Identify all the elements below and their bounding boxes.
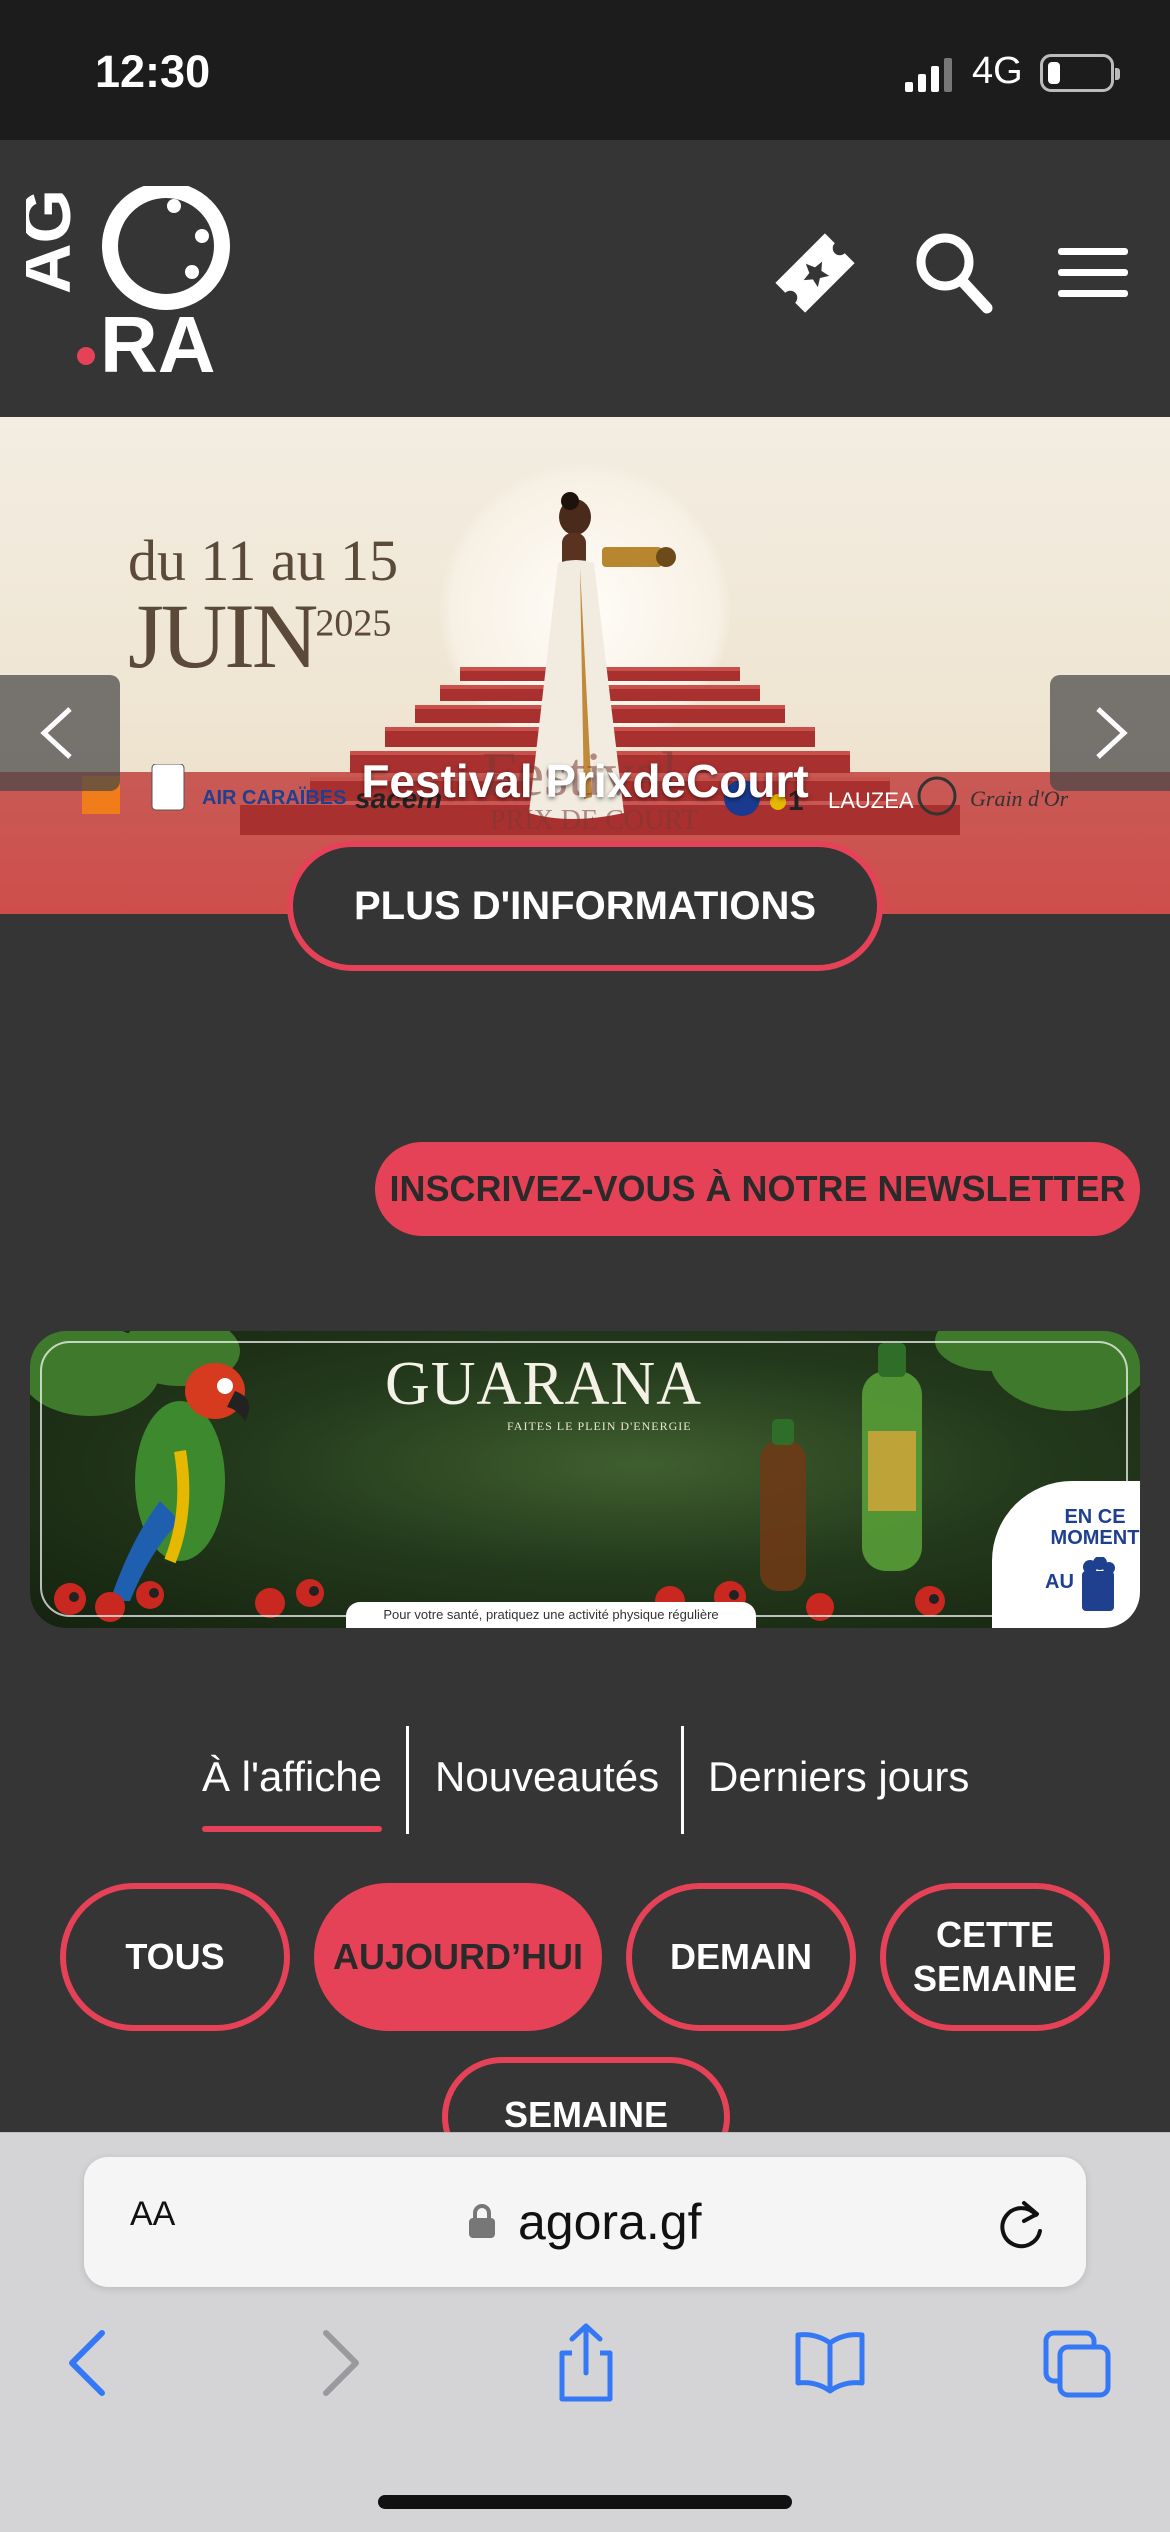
ticket-icon[interactable] [772,230,858,316]
network-label: 4G [972,50,1023,92]
url-text: agora.gf [518,2194,702,2250]
svg-text:RA: RA [100,300,216,376]
reader-text-size-button[interactable]: AA [130,2195,175,2234]
hero-date-range: du 11 au 15 [128,528,399,593]
ad-banner[interactable]: GUARANA FAITES LE PLEIN D'ENERGIE Pour v… [30,1331,1140,1628]
carousel-next-button[interactable] [1050,675,1170,791]
hero-date: du 11 au 15 JUIN2025 [128,528,399,683]
ad-health-notice: Pour votre santé, pratiquez une activité… [346,1602,756,1628]
lock-icon [469,2204,495,2238]
back-icon[interactable] [52,2323,128,2403]
share-icon[interactable] [548,2323,624,2403]
barpop-logo [1082,1557,1115,1611]
forward-icon[interactable] [300,2323,376,2403]
status-bar: 12:30 4G [0,0,1170,140]
more-info-button[interactable]: PLUS D'INFORMATIONS [287,841,883,971]
home-indicator [378,2495,792,2509]
tab-separator [406,1726,409,1834]
chevron-left-icon [40,707,72,759]
tab-separator [681,1726,684,1834]
signal-icon [905,58,952,92]
ad-tagline: FAITES LE PLEIN D'ENERGIE [507,1419,692,1433]
ad-badge-text: EN CE MOMENT [1050,1506,1140,1549]
tabs-icon[interactable] [1040,2323,1116,2403]
newsletter-button[interactable]: INSCRIVEZ-VOUS À NOTRE NEWSLETTER [375,1142,1140,1236]
filter-all-button[interactable]: TOUS [60,1883,290,2031]
tab-nouveautes[interactable]: Nouveautés [435,1722,659,1832]
filter-today-button[interactable]: AUJOURD’HUI [314,1883,602,2031]
hero-date-year: 2025 [315,602,392,645]
carousel-prev-button[interactable] [0,675,120,791]
ad-brand: GUARANA [385,1350,702,1418]
filter-tomorrow-button[interactable]: DEMAIN [626,1883,856,2031]
address-bar[interactable]: AA agora.gf [84,2157,1086,2287]
active-tab-indicator [202,1826,382,1832]
listing-tabs: À l'affiche Nouveautés Derniers jours [0,1722,1170,1842]
hero-caption: Festival PrixdeCourt [361,755,809,807]
bookmarks-icon[interactable] [792,2323,868,2403]
agora-logo[interactable]: AG RA [26,186,236,376]
menu-icon[interactable] [1058,248,1128,298]
filter-this-week-button[interactable]: CETTE SEMAINE [880,1883,1110,2031]
tab-derniers-jours[interactable]: Derniers jours [708,1722,969,1832]
hero-date-month: JUIN [128,585,318,687]
svg-text:AG: AG [26,189,85,294]
tab-a-l-affiche[interactable]: À l'affiche [202,1722,382,1832]
search-icon[interactable] [913,230,993,316]
site-header: AG RA [0,140,1170,417]
browser-toolbar: AA agora.gf [0,2132,1170,2532]
chevron-right-icon [1096,707,1128,759]
reload-icon[interactable] [996,2197,1046,2249]
hero-carousel[interactable]: Festival PRIX DE COURT du 11 au 15 JUIN2… [0,417,1170,914]
status-time: 12:30 [95,46,211,97]
battery-icon [1040,54,1120,92]
ad-badge-au: AU [1045,1571,1074,1593]
